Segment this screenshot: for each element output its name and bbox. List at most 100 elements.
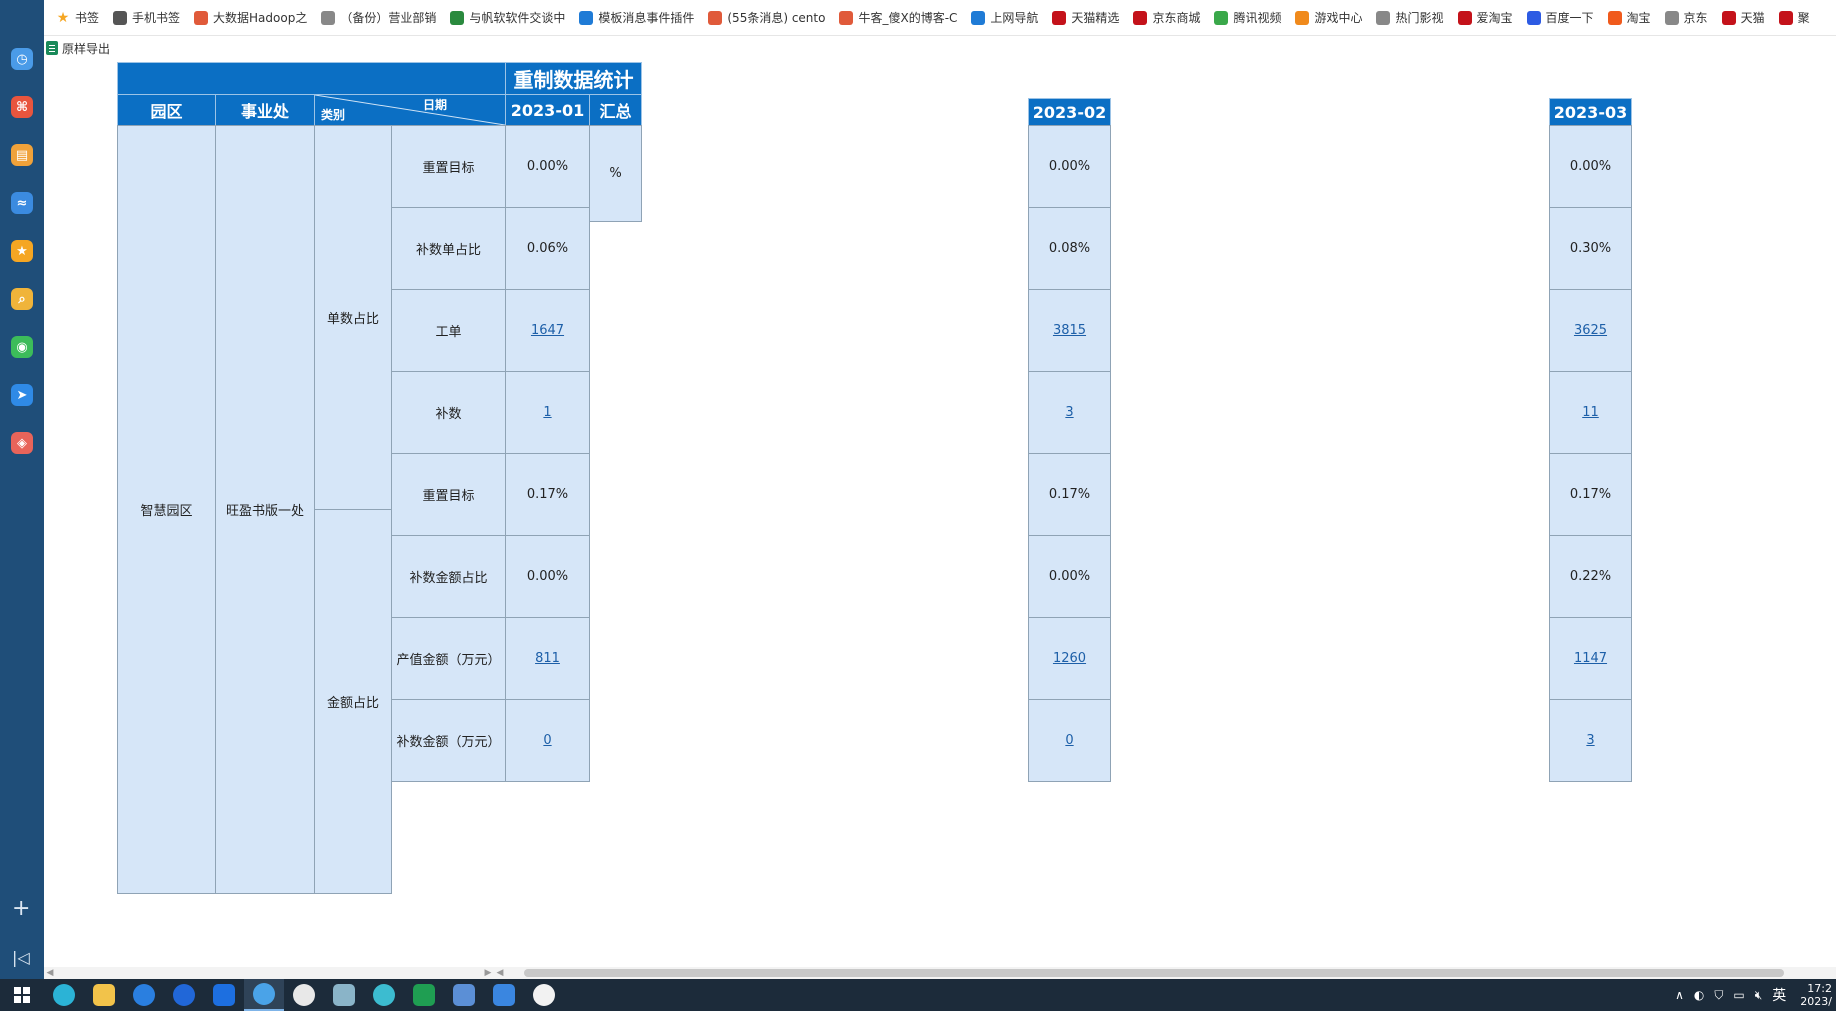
drilldown-link[interactable]: 3815 — [1053, 323, 1086, 338]
export-button[interactable]: 原样导出 — [46, 40, 110, 57]
collapse-icon[interactable]: |◁ — [12, 948, 30, 967]
bookmark-item[interactable]: 游戏中心 — [1295, 9, 1362, 26]
value-text: 0.00% — [526, 569, 569, 584]
bookmark-label: 京东 — [1683, 11, 1708, 25]
remote-app[interactable] — [444, 979, 484, 1011]
send-icon[interactable]: ➤ — [11, 384, 33, 406]
scroll-left-icon[interactable]: ◀ — [44, 967, 56, 979]
favorites-icon[interactable]: ★ — [11, 240, 33, 262]
search-app-icon[interactable]: ⌕ — [11, 288, 33, 310]
bookmark-label: 手机书签 — [132, 11, 181, 25]
drilldown-link[interactable]: 1147 — [1574, 651, 1607, 666]
notes-app[interactable] — [324, 979, 364, 1011]
shield-icon[interactable]: ⛉ — [1714, 988, 1723, 1003]
bookmark-label: 天猫精选 — [1071, 11, 1120, 25]
bookmark-item[interactable]: 热门影视 — [1376, 9, 1444, 26]
drilldown-link[interactable]: 0 — [1065, 733, 1073, 748]
clock[interactable]: 17:2 2023/ — [1800, 982, 1832, 1008]
scroll-right-icon[interactable]: ▶ — [482, 967, 494, 979]
drilldown-link[interactable]: 3 — [1065, 405, 1073, 420]
bookmark-item[interactable]: ★ 书签 — [56, 9, 99, 26]
drilldown-link[interactable]: 811 — [535, 651, 560, 666]
export-label: 原样导出 — [62, 41, 111, 56]
ime-indicator[interactable]: 英 — [1772, 985, 1786, 1005]
export-icon — [46, 41, 58, 55]
header-total: 汇总 — [589, 94, 642, 126]
bookmark-item[interactable]: 爱淘宝 — [1457, 9, 1513, 26]
drilldown-link[interactable]: 3625 — [1574, 323, 1607, 338]
value-cell: 3 — [1028, 371, 1111, 454]
pdf-icon[interactable]: ⌘ — [11, 96, 33, 118]
drilldown-link[interactable]: 3 — [1586, 733, 1594, 748]
bookmarks-bar: ★ 书签 手机书签 大数据Hadoop之 （备份）营业部销 与帆软软件交谈中 模板消息事件插… — [44, 0, 1836, 36]
edge-app[interactable] — [44, 979, 84, 1011]
header-category-date: 类别 日期 — [314, 94, 506, 126]
add-icon[interactable]: + — [12, 898, 30, 920]
globe-icon — [1664, 10, 1679, 25]
network-icon[interactable]: ▭ — [1733, 988, 1744, 1002]
bookmark-item[interactable]: 手机书签 — [113, 9, 180, 26]
cloud-icon[interactable]: ≈ — [11, 192, 33, 214]
explorer-app[interactable] — [84, 979, 124, 1011]
wechat-icon[interactable]: ◉ — [11, 336, 33, 358]
bookmark-item[interactable]: 大数据Hadoop之 — [194, 9, 307, 26]
game-app[interactable] — [524, 979, 564, 1011]
metric-label-cell: 重置目标 — [391, 453, 506, 536]
value-text: 0.08% — [1048, 241, 1091, 256]
drilldown-link[interactable]: 1 — [543, 405, 551, 420]
bookmark-item[interactable]: 牛客_傻X的博客-C — [839, 9, 957, 26]
report-toolbar: 原样导出 — [44, 36, 1836, 60]
bookmark-item[interactable]: 京东 — [1664, 9, 1708, 26]
bookmark-item[interactable]: 模板消息事件插件 — [579, 9, 694, 26]
bookmark-label: 百度一下 — [1545, 11, 1594, 25]
scroll-left-icon[interactable]: ◀ — [494, 967, 506, 979]
volume-muted-icon[interactable]: 🔇︎ — [1755, 988, 1763, 1003]
thunder-app[interactable] — [124, 979, 164, 1011]
tool-app[interactable] — [484, 979, 524, 1011]
value-text: 0.00% — [526, 159, 569, 174]
bookmark-label: 上网导航 — [990, 11, 1039, 25]
bookmark-item[interactable]: 京东商城 — [1133, 9, 1200, 26]
value-cell: 1 — [505, 371, 590, 454]
chevron-up-icon[interactable]: ∧ — [1675, 988, 1684, 1002]
bookmark-item[interactable]: 百度一下 — [1526, 9, 1594, 26]
bookmark-item[interactable]: 与帆软软件交谈中 — [450, 9, 565, 26]
value-cell: 1647 — [505, 289, 590, 372]
metric-label-cell: 补数单占比 — [391, 207, 506, 290]
drilldown-link[interactable]: 0 — [543, 733, 551, 748]
taskbar: ∧ ◐ ⛉ ▭ 🔇︎ 英 17:2 2023/ — [0, 979, 1836, 1011]
bookmark-item[interactable]: 淘宝 — [1607, 9, 1651, 26]
phone-icon — [113, 10, 128, 25]
bookmark-item[interactable]: 上网导航 — [971, 9, 1038, 26]
clock-icon[interactable]: ◷ — [11, 48, 33, 70]
scroll-thumb[interactable] — [524, 969, 1784, 977]
metric-label-cell: 补数金额占比 — [391, 535, 506, 618]
fanruan-app[interactable] — [204, 979, 244, 1011]
bookmark-item[interactable]: 天猫精选 — [1052, 9, 1119, 26]
horizontal-scrollbar[interactable]: ◀ ◀ ▶ — [44, 967, 1836, 979]
taobao-icon — [1457, 10, 1472, 25]
bookmark-item[interactable]: 天猫 — [1721, 9, 1765, 26]
notes-icon[interactable]: ▤ — [11, 144, 33, 166]
drilldown-link[interactable]: 1260 — [1053, 651, 1086, 666]
wps-app[interactable] — [404, 979, 444, 1011]
bookmark-item[interactable]: (55条消息) cento — [708, 9, 825, 26]
browser-app[interactable] — [244, 979, 284, 1011]
bookmark-item[interactable]: 聚 — [1778, 9, 1810, 26]
drilldown-link[interactable]: 11 — [1582, 405, 1599, 420]
bookmark-item[interactable]: 腾讯视频 — [1214, 9, 1281, 26]
screenshot-icon[interactable]: ◈ — [11, 432, 33, 454]
value-cell: 0.00% — [1549, 125, 1632, 208]
value-text: 0.17% — [1569, 487, 1612, 502]
side-app-rail: ◷ ⌘ ▤ ≈ ★ ⌕ ◉ ➤ ◈ + |◁ — [0, 0, 44, 979]
c-site-icon — [194, 10, 209, 25]
value-cell: 0.30% — [1549, 207, 1632, 290]
start-button[interactable] — [0, 979, 44, 1011]
k-app[interactable] — [164, 979, 204, 1011]
chrome-app[interactable] — [284, 979, 324, 1011]
qq-icon[interactable]: ◐ — [1694, 988, 1704, 1002]
tmall-icon — [1778, 10, 1793, 25]
search-app[interactable] — [364, 979, 404, 1011]
drilldown-link[interactable]: 1647 — [531, 323, 564, 338]
bookmark-item[interactable]: （备份）营业部销 — [321, 9, 436, 26]
